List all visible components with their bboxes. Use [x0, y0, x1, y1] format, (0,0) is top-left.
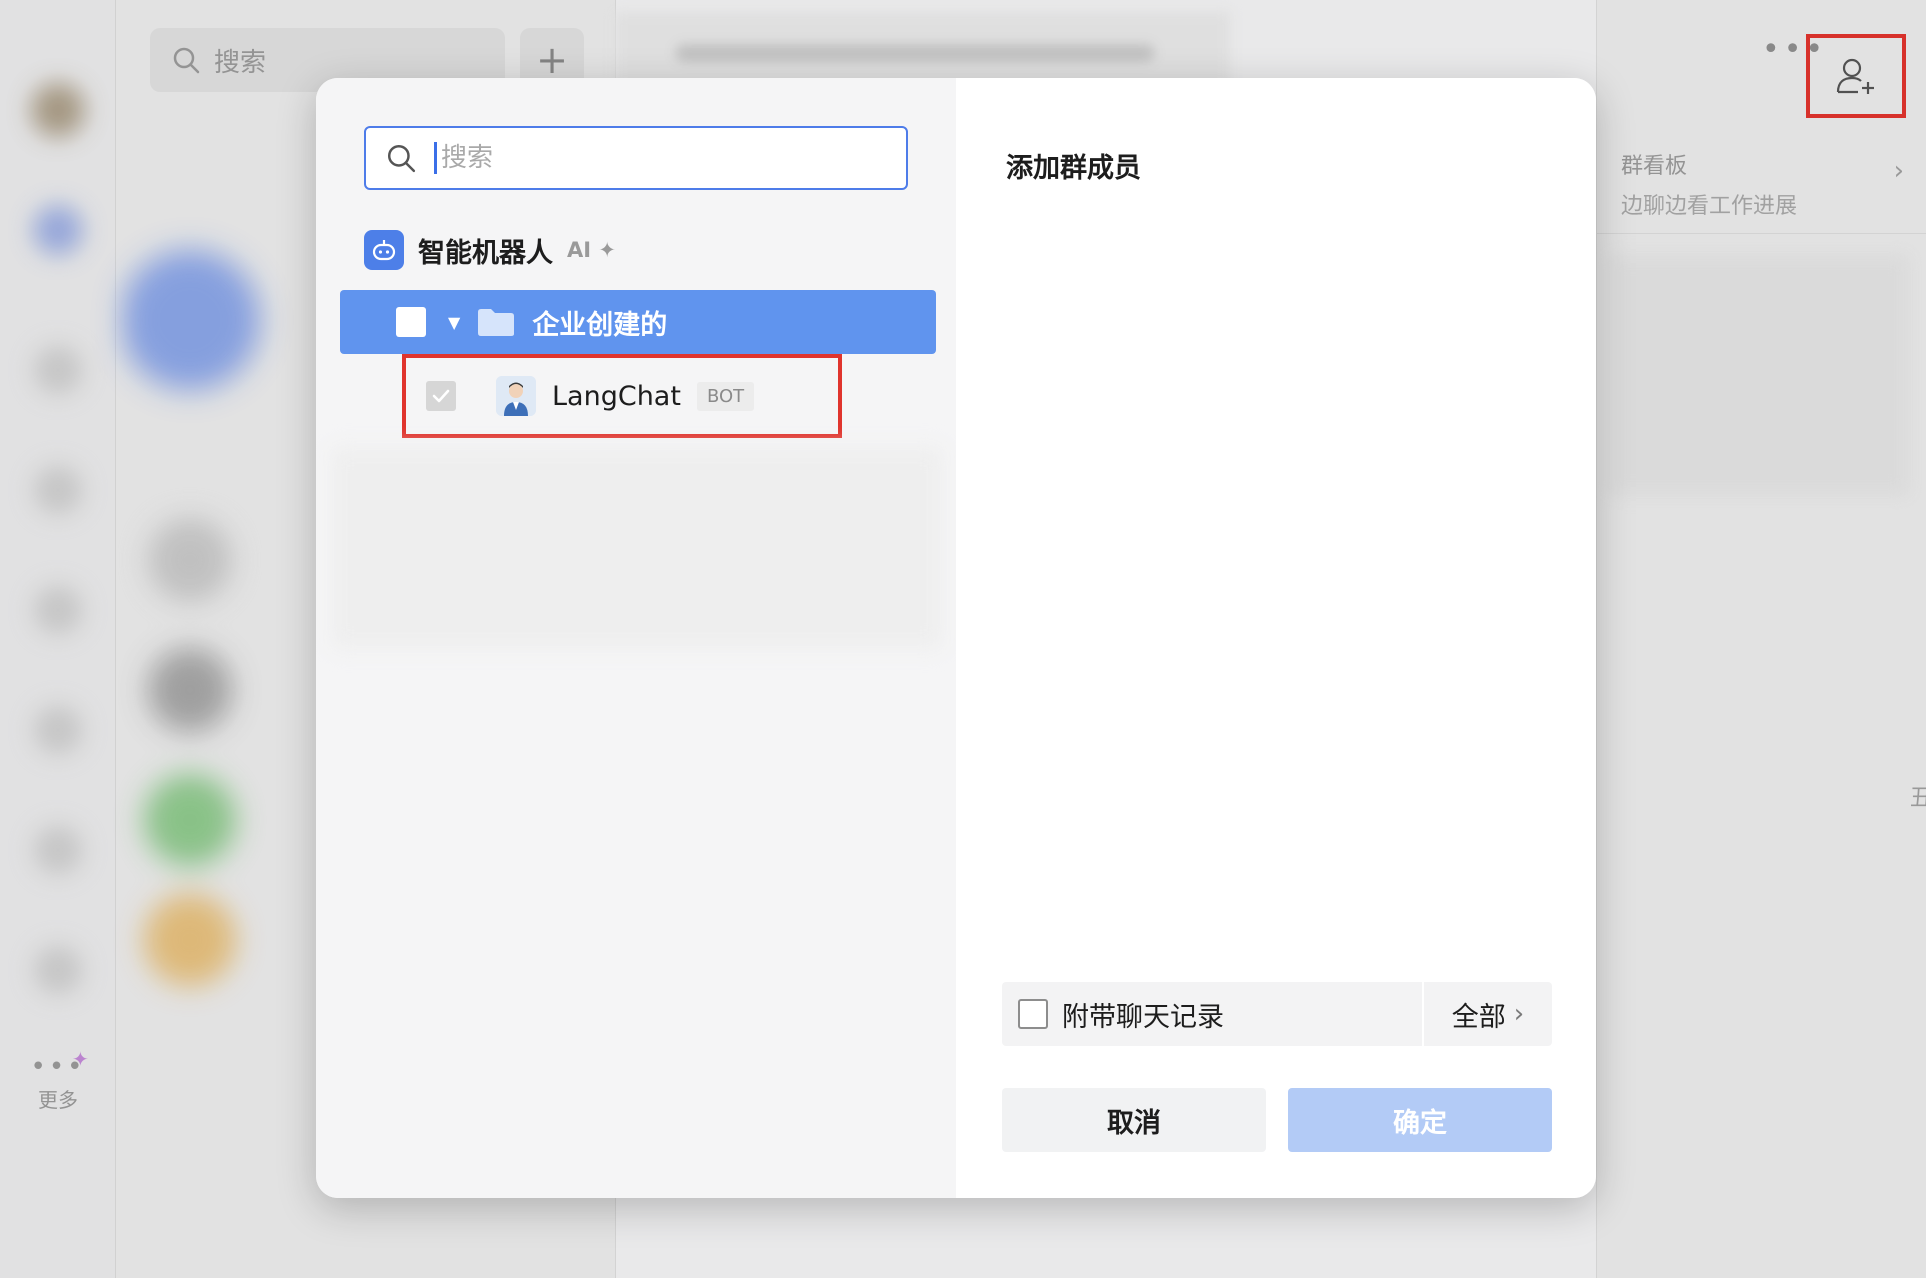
folder-icon	[478, 309, 515, 336]
checkmark-icon	[432, 389, 450, 403]
blurred-contact-group	[332, 448, 942, 648]
app-window: ••• ✦ 更多 搜索 + ••• 群看板 边聊边看工作进展 › 丑 搜索 智能…	[0, 0, 1926, 1278]
category-label: 智能机器人	[418, 237, 553, 269]
member-search-box[interactable]	[364, 126, 908, 190]
bot-avatar	[496, 376, 536, 416]
attach-history-row: 附带聊天记录 全部 ›	[1002, 982, 1552, 1046]
category-smart-robots: 智能机器人 AI ✦	[364, 230, 616, 270]
group-label: 企业创建的	[532, 309, 668, 341]
group-checkbox[interactable]	[396, 307, 426, 337]
sparkle-icon: ✦	[598, 238, 616, 262]
selected-members-panel: 添加群成员 附带聊天记录 全部 › 取消 确定	[956, 78, 1596, 1198]
history-range-selector[interactable]: 全部 ›	[1424, 995, 1552, 1034]
chevron-right-icon: ›	[1513, 999, 1525, 1029]
group-row-enterprise-created[interactable]: ▼ 企业创建的	[340, 290, 936, 354]
confirm-button[interactable]: 确定	[1288, 1088, 1552, 1152]
member-search-input[interactable]	[434, 142, 874, 174]
contact-picker-panel: 智能机器人 AI ✦ ▼ 企业创建的	[316, 78, 956, 1198]
robot-icon	[364, 230, 404, 270]
history-range-label: 全部	[1451, 1001, 1506, 1033]
caret-down-icon[interactable]: ▼	[448, 313, 460, 332]
bot-name: LangChat	[552, 380, 681, 412]
add-group-member-dialog: 智能机器人 AI ✦ ▼ 企业创建的	[316, 78, 1596, 1198]
ai-badge: AI ✦	[567, 238, 616, 262]
dialog-title: 添加群成员	[1006, 153, 1141, 184]
bot-item-langchat[interactable]: LangChat BOT	[402, 354, 842, 438]
bot-checkbox[interactable]	[426, 381, 456, 411]
cancel-button[interactable]: 取消	[1002, 1088, 1266, 1152]
bot-tag: BOT	[696, 381, 755, 411]
attach-history-label[interactable]: 附带聊天记录	[1062, 995, 1422, 1034]
search-icon	[387, 144, 416, 173]
attach-history-checkbox[interactable]	[1018, 999, 1048, 1029]
